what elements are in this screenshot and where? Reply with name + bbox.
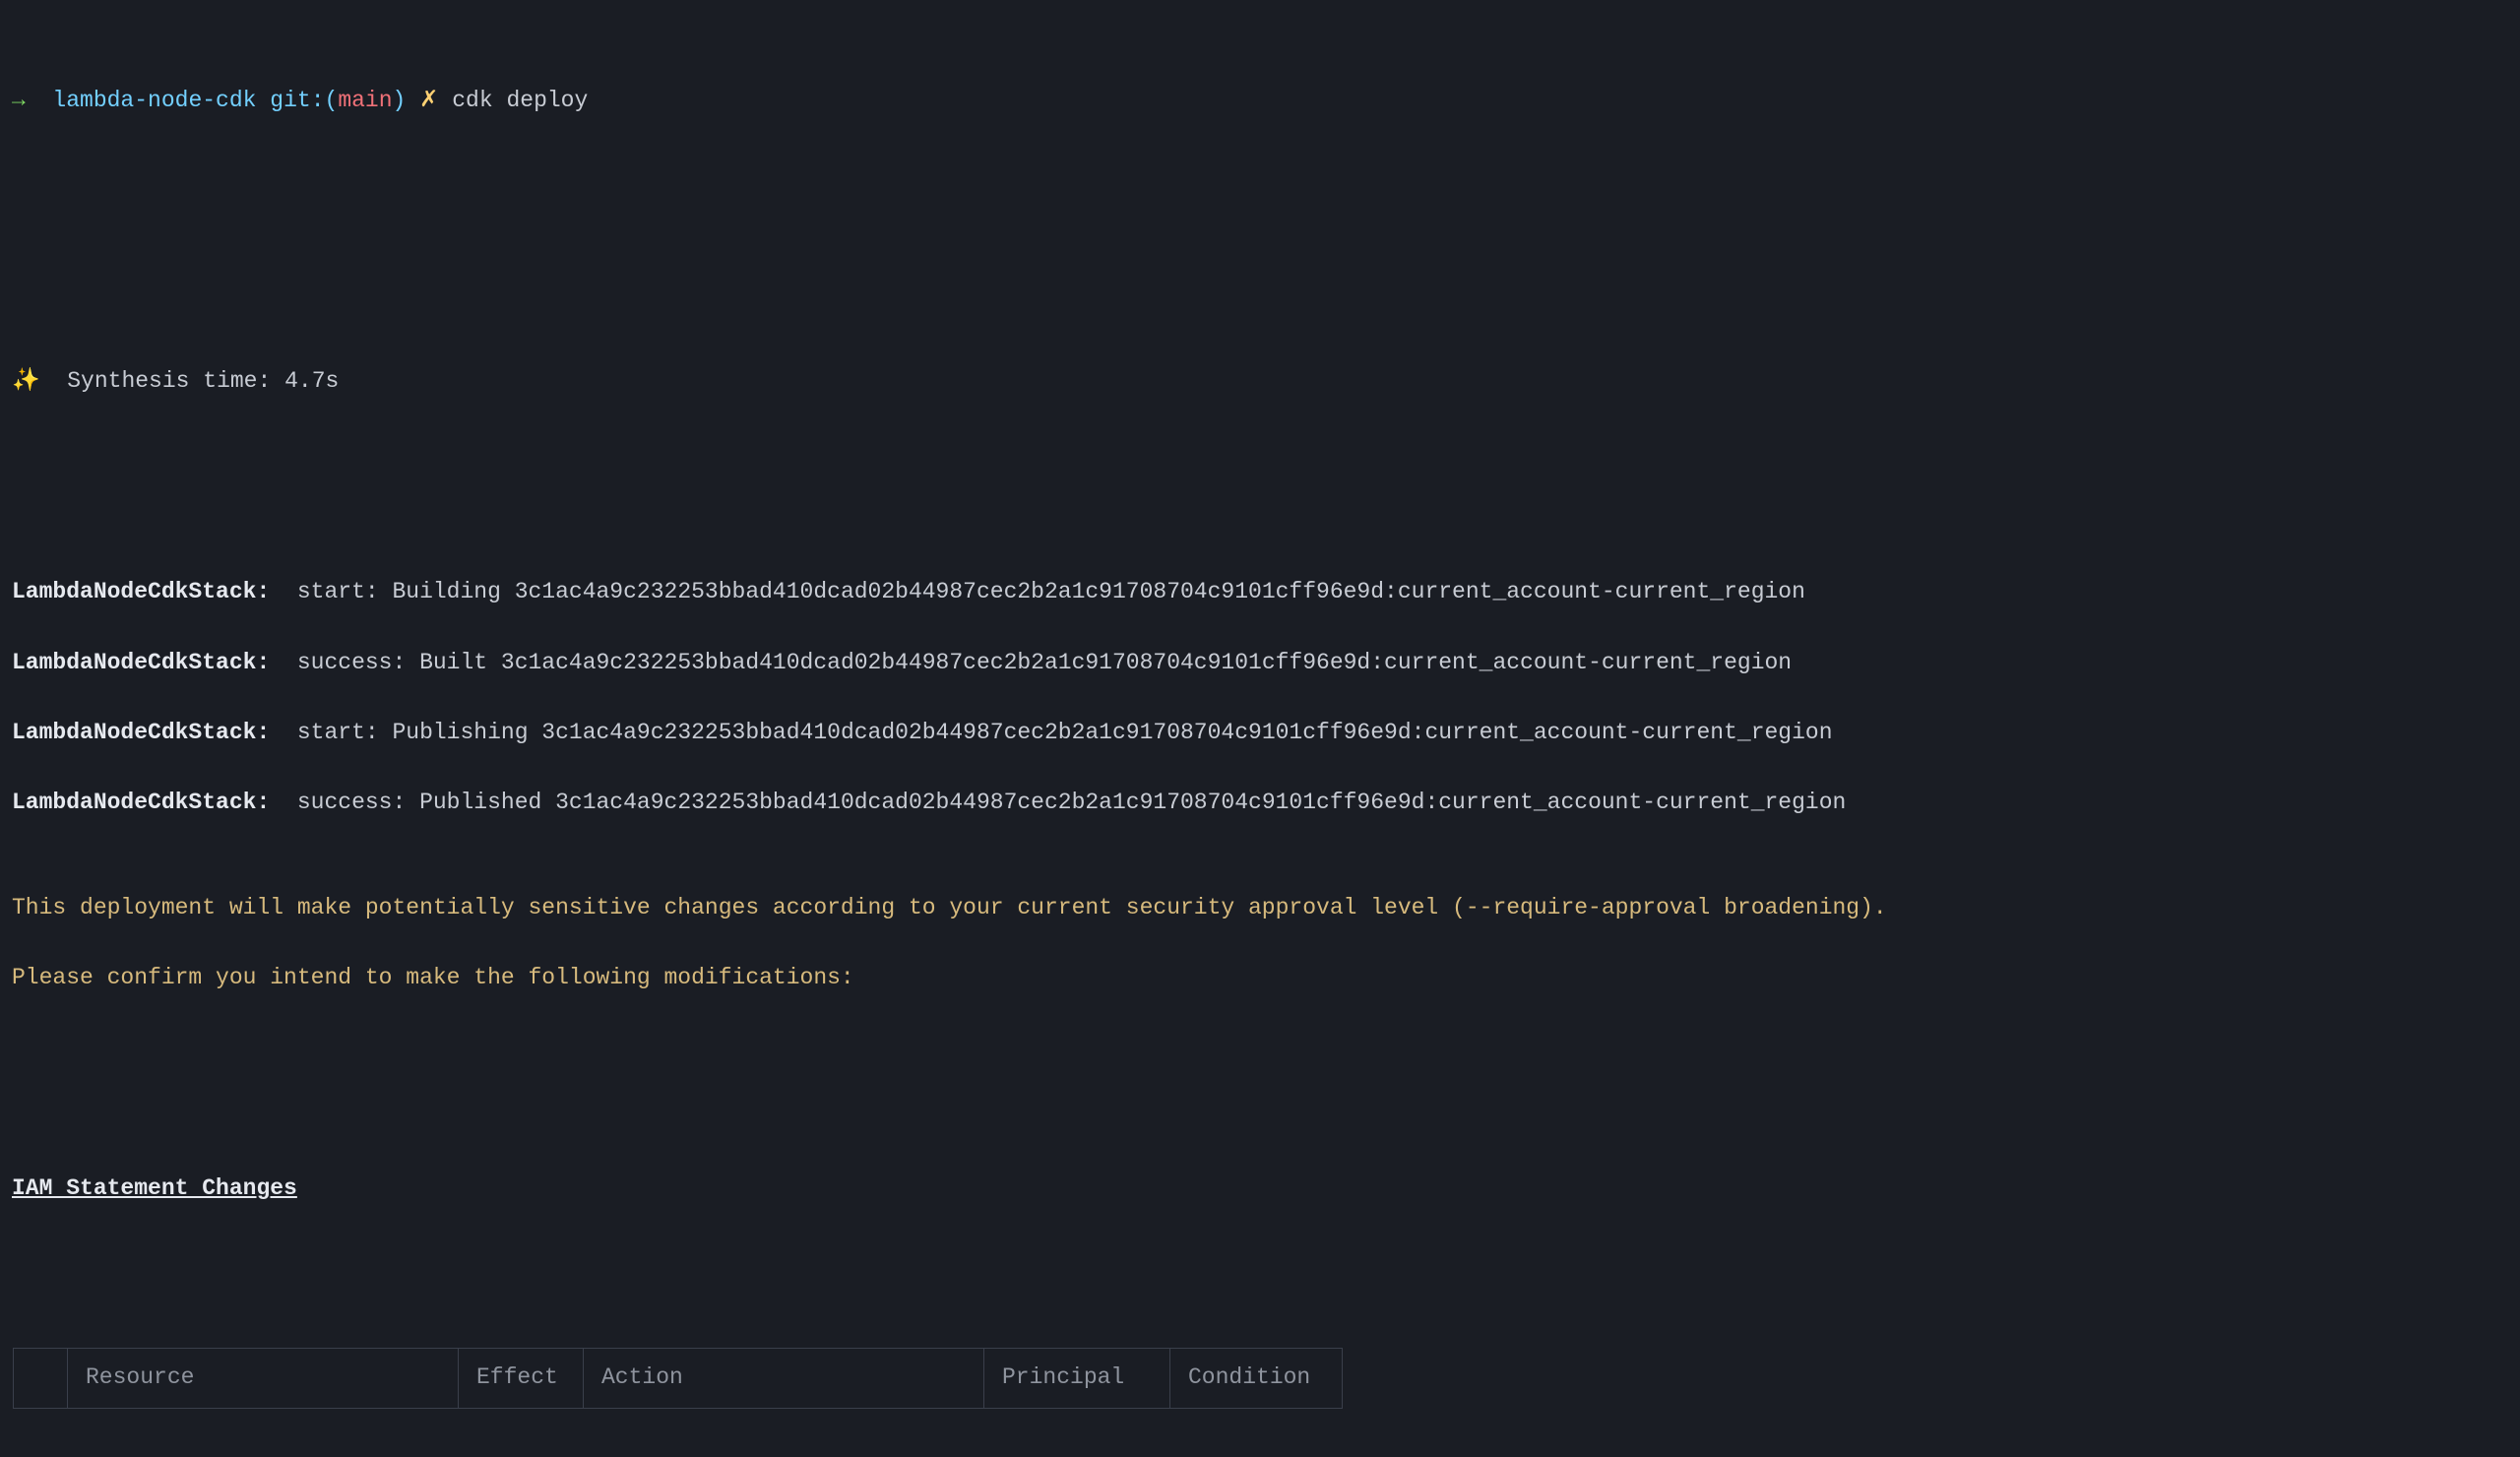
stack-name: LambdaNodeCdkStack: (12, 579, 270, 604)
blank-line (12, 189, 2508, 224)
col-principal: Principal (983, 1348, 1170, 1409)
synth-label: Synthesis time: (40, 368, 284, 394)
build-msg: start: Building 3c1ac4a9c232253bbad410dc… (270, 579, 1805, 604)
build-msg: start: Publishing 3c1ac4a9c232253bbad410… (270, 720, 1832, 745)
stack-name: LambdaNodeCdkStack: (12, 720, 270, 745)
iam-changes-header: IAM Statement Changes (12, 1172, 2508, 1207)
build-msg: success: Built 3c1ac4a9c232253bbad410dca… (270, 650, 1792, 675)
prompt-paren-open: ( (325, 88, 339, 113)
blank-line (12, 470, 2508, 505)
prompt-paren-close: ) (393, 88, 407, 113)
prompt-arrow-icon: → (12, 88, 26, 113)
security-warning-line: Please confirm you intend to make the fo… (12, 961, 2508, 996)
build-line: LambdaNodeCdkStack: start: Building 3c1a… (12, 575, 2508, 610)
build-line: LambdaNodeCdkStack: start: Publishing 3c… (12, 716, 2508, 751)
blank-line (12, 259, 2508, 294)
prompt-git-branch: main (338, 88, 392, 113)
col-condition: Condition (1169, 1348, 1343, 1409)
col-resource: Resource (67, 1348, 459, 1409)
shell-prompt-line: → lambda-node-cdk git:(main) ✗ cdk deplo… (12, 84, 2508, 119)
build-line: LambdaNodeCdkStack: success: Published 3… (12, 786, 2508, 821)
stack-name: LambdaNodeCdkStack: (12, 650, 270, 675)
terminal-window[interactable]: → lambda-node-cdk git:(main) ✗ cdk deplo… (0, 0, 2520, 1457)
synth-value: 4.7s (284, 368, 339, 394)
sparkle-icon: ✨ (12, 368, 40, 394)
build-msg: success: Published 3c1ac4a9c232253bbad41… (270, 790, 1846, 815)
security-warning-line: This deployment will make potentially se… (12, 891, 2508, 926)
prompt-cwd: lambda-node-cdk (52, 88, 256, 113)
col-action: Action (583, 1348, 984, 1409)
stack-name: LambdaNodeCdkStack: (12, 790, 270, 815)
prompt-git-label: git: (270, 88, 324, 113)
shell-command: cdk deploy (452, 88, 588, 113)
iam-changes-table: Resource Effect Action Principal Conditi… (14, 1279, 1343, 1457)
build-line: LambdaNodeCdkStack: success: Built 3c1ac… (12, 646, 2508, 681)
col-plusminus (13, 1348, 68, 1409)
synthesis-time-line: ✨ Synthesis time: 4.7s (12, 364, 2508, 400)
prompt-dirty-icon: ✗ (419, 88, 438, 113)
blank-line (12, 1066, 2508, 1102)
col-effect: Effect (458, 1348, 584, 1409)
table-header-row: Resource Effect Action Principal Conditi… (14, 1349, 1343, 1409)
